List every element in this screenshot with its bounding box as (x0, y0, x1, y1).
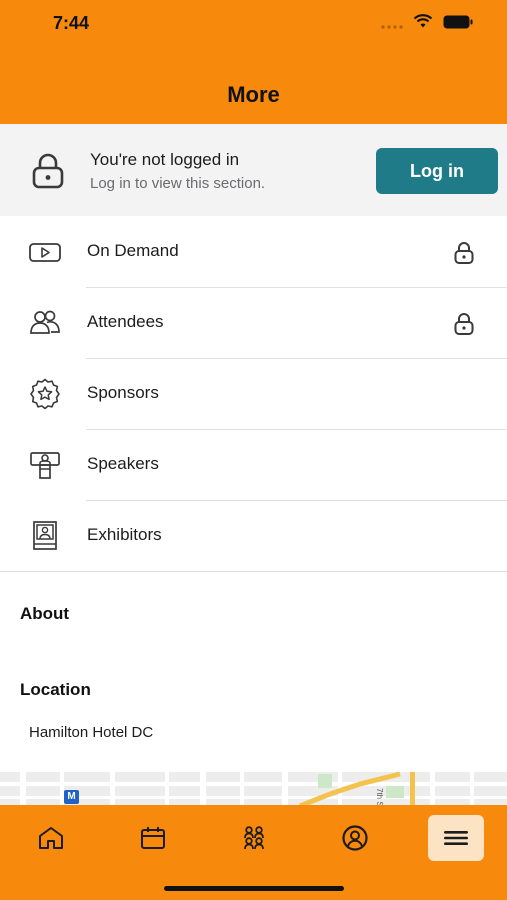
lock-icon (454, 313, 474, 335)
exhibitor-booth-icon (33, 521, 57, 550)
lock-icon (454, 242, 474, 264)
about-title: About (20, 604, 70, 623)
home-icon (39, 827, 63, 849)
menu-item-label: Exhibitors (87, 525, 162, 544)
menu-item-speakers[interactable]: Speakers (0, 430, 507, 500)
tab-home[interactable] (28, 818, 74, 858)
tab-attendees[interactable] (231, 818, 277, 858)
podium-speaker-icon (30, 452, 60, 479)
status-icons (381, 14, 473, 29)
menu-item-label: Speakers (87, 454, 159, 473)
tab-more[interactable] (428, 815, 484, 861)
login-status-subtitle: Log in to view this section. (90, 175, 266, 192)
wifi-icon (413, 14, 433, 28)
login-button[interactable]: Log in (376, 148, 498, 194)
location-title: Location (20, 680, 91, 699)
page-title: More (227, 82, 280, 107)
battery-icon (443, 15, 473, 28)
people-icon (30, 310, 60, 334)
menu-item-attendees[interactable]: Attendees (0, 288, 507, 358)
location-name: Hamilton Hotel DC (29, 724, 154, 741)
tab-profile[interactable] (332, 818, 378, 858)
menu-item-on-demand[interactable]: On Demand (0, 217, 507, 287)
star-badge-icon (30, 378, 60, 410)
menu-item-label: Attendees (87, 312, 164, 331)
map-street-label: 7th St (375, 788, 384, 806)
people-group-icon (244, 826, 264, 850)
status-time: 7:44 (53, 13, 90, 33)
play-video-icon (29, 243, 61, 262)
home-indicator (164, 886, 344, 891)
location-map[interactable]: M 7th St (0, 772, 507, 806)
header: 7:44 More (0, 0, 507, 124)
divider (0, 571, 507, 572)
menu-item-sponsors[interactable]: Sponsors (0, 359, 507, 429)
tab-agenda[interactable] (130, 818, 176, 858)
menu-item-label: On Demand (87, 241, 179, 260)
signal-icon (381, 24, 403, 29)
login-status-title: You're not logged in (90, 150, 240, 169)
metro-marker: M (67, 791, 76, 802)
menu-icon (444, 831, 468, 845)
menu-item-label: Sponsors (87, 383, 159, 402)
calendar-icon (141, 827, 165, 849)
menu-item-exhibitors[interactable]: Exhibitors (0, 501, 507, 571)
profile-icon (342, 825, 368, 851)
lock-icon (32, 153, 64, 189)
